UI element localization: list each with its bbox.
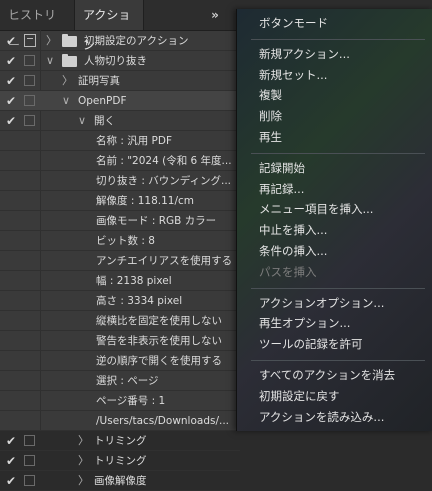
menu-item[interactable]: 新規セット... <box>241 65 429 86</box>
action-label: 初期設定のアクション <box>84 35 189 47</box>
dialog-toggle-icon[interactable] <box>24 34 36 47</box>
chevron-right-icon[interactable]: 〉 <box>78 431 89 451</box>
chevron-down-icon[interactable]: ∨ <box>62 91 70 111</box>
menu-item[interactable]: 中止を挿入... <box>241 220 429 241</box>
step-parameter-text: 幅 : 2138 pixel <box>96 275 172 287</box>
step-parameter-text: 解像度 : 118.11/cm <box>96 195 194 207</box>
dialog-toggle-box[interactable] <box>24 435 35 446</box>
menu-item[interactable]: 再記録... <box>241 179 429 200</box>
chevron-down-icon[interactable]: ∨ <box>78 111 86 131</box>
menu-item[interactable]: 複製 <box>241 85 429 106</box>
action-label: 人物切り抜き <box>84 55 147 67</box>
toggle-checkmark-icon[interactable] <box>4 211 18 231</box>
toggle-checkmark-icon[interactable] <box>4 151 18 171</box>
toggle-checkmark-icon[interactable] <box>4 271 18 291</box>
menu-item[interactable]: 新規アクション... <box>241 44 429 65</box>
toggle-checkmark-icon[interactable] <box>4 391 18 411</box>
toggle-checkmark-icon[interactable]: ✔ <box>4 111 18 131</box>
action-label: 画像解像度 <box>94 475 147 487</box>
dialog-toggle-box[interactable] <box>24 115 35 126</box>
chevron-right-icon[interactable]: 〉 <box>78 451 89 471</box>
toggle-checkmark-icon[interactable]: ✔ <box>4 71 18 91</box>
toggle-checkmark-icon[interactable]: ✔ <box>4 91 18 111</box>
step-parameter-text: 選択 : ページ <box>96 375 159 387</box>
toggle-checkmark-icon[interactable] <box>4 191 18 211</box>
step-parameter-text: 画像モード : RGB カラー <box>96 215 217 227</box>
step-parameter-text: 名前 : "2024 (令和 6 年度... <box>96 155 232 167</box>
step-parameter-text: 高さ : 3334 pixel <box>96 295 183 307</box>
menu-separator <box>251 287 425 289</box>
dialog-toggle-box[interactable] <box>24 95 35 106</box>
chevron-right-icon[interactable]: 〉 <box>46 31 57 51</box>
step-parameter-text: 逆の順序で開くを使用する <box>96 355 222 367</box>
panel-overflow-icon[interactable]: » <box>204 0 226 30</box>
panel-flyout-menu: ボタンモード 新規アクション... 新規セット... 複製 削除 再生記録開始 再記録...… <box>236 9 432 431</box>
toggle-checkmark-icon[interactable]: ✔ <box>4 431 18 451</box>
toggle-checkmark-icon[interactable] <box>4 231 18 251</box>
action-label: 証明写真 <box>78 75 120 87</box>
menu-separator <box>251 38 425 40</box>
menu-item[interactable]: 再生 <box>241 127 429 148</box>
dialog-toggle-box[interactable] <box>24 75 35 86</box>
menu-item[interactable]: アクションを読み込み... <box>241 407 429 428</box>
chevron-right-icon[interactable]: 〉 <box>62 71 73 91</box>
action-row[interactable]: ✔ 〉トリミング <box>0 451 432 471</box>
toggle-checkmark-icon[interactable] <box>4 311 18 331</box>
dialog-toggle-box[interactable] <box>24 55 35 66</box>
menu-item[interactable]: すべてのアクションを消去 <box>241 365 429 386</box>
menu-item[interactable]: 記録開始 <box>241 158 429 179</box>
menu-item: パスを挿入 <box>259 264 317 279</box>
chevron-down-icon[interactable]: ∨ <box>46 51 54 71</box>
step-parameter-text: ページ番号 : 1 <box>96 395 166 407</box>
step-parameter-text: アンチエイリアスを使用する <box>96 255 233 267</box>
step-parameter-text: ビット数 : 8 <box>96 235 155 247</box>
toggle-checkmark-icon[interactable] <box>4 351 18 371</box>
tab-history[interactable]: ヒストリー <box>0 0 74 52</box>
dialog-toggle-box[interactable] <box>24 455 35 466</box>
action-row[interactable]: ✔ 〉トリミング <box>0 431 432 451</box>
action-label: 開く <box>94 115 115 127</box>
step-parameter-text: 警告を非表示を使用しない <box>96 335 222 347</box>
step-parameter-text: 切り抜き : バウンディング... <box>96 175 231 187</box>
step-parameter-text: 縦横比を固定を使用しない <box>96 315 222 327</box>
menu-item[interactable]: ツールの記録を許可 <box>241 334 429 355</box>
toggle-checkmark-icon[interactable]: ✔ <box>4 51 18 71</box>
toggle-checkmark-icon[interactable]: ✔ <box>4 471 18 491</box>
menu-item[interactable]: 条件の挿入... <box>241 241 429 262</box>
dialog-toggle-box[interactable] <box>24 475 35 486</box>
toggle-checkmark-icon[interactable] <box>4 131 18 151</box>
action-label: トリミング <box>94 455 147 467</box>
menu-item[interactable]: 初期設定に戻す <box>241 386 429 407</box>
action-label: トリミング <box>94 435 147 447</box>
menu-item[interactable]: 削除 <box>241 106 429 127</box>
tab-actions[interactable]: アクション <box>74 0 144 52</box>
folder-icon <box>62 54 77 67</box>
toggle-checkmark-icon[interactable] <box>4 411 18 431</box>
toggle-checkmark-icon[interactable] <box>4 171 18 191</box>
chevron-right-icon[interactable]: 〉 <box>78 471 89 491</box>
menu-item[interactable]: アクションの置き換え... <box>241 427 429 431</box>
step-parameter-text: /Users/tacs/Downloads/... <box>96 415 230 427</box>
folder-icon <box>62 34 77 47</box>
toggle-checkmark-icon[interactable] <box>4 291 18 311</box>
toggle-checkmark-icon[interactable]: ✔ <box>4 451 18 471</box>
menu-separator <box>251 360 425 361</box>
action-row[interactable]: ✔ 〉画像解像度 <box>0 471 432 491</box>
menu-separator <box>251 152 425 154</box>
menu-item[interactable]: ボタンモード <box>241 13 429 34</box>
step-parameter-text: 名称 : 汎用 PDF <box>96 135 173 147</box>
menu-item[interactable]: 再生オプション... <box>241 313 429 334</box>
action-label: OpenPDF <box>78 95 127 107</box>
toggle-checkmark-icon[interactable] <box>4 251 18 271</box>
menu-item[interactable]: メニュー項目を挿入... <box>241 199 429 220</box>
menu-item[interactable]: アクションオプション... <box>241 293 429 314</box>
toggle-checkmark-icon[interactable] <box>4 371 18 391</box>
toggle-checkmark-icon[interactable] <box>4 331 18 351</box>
toggle-checkmark-icon[interactable]: ✔ <box>4 31 18 51</box>
